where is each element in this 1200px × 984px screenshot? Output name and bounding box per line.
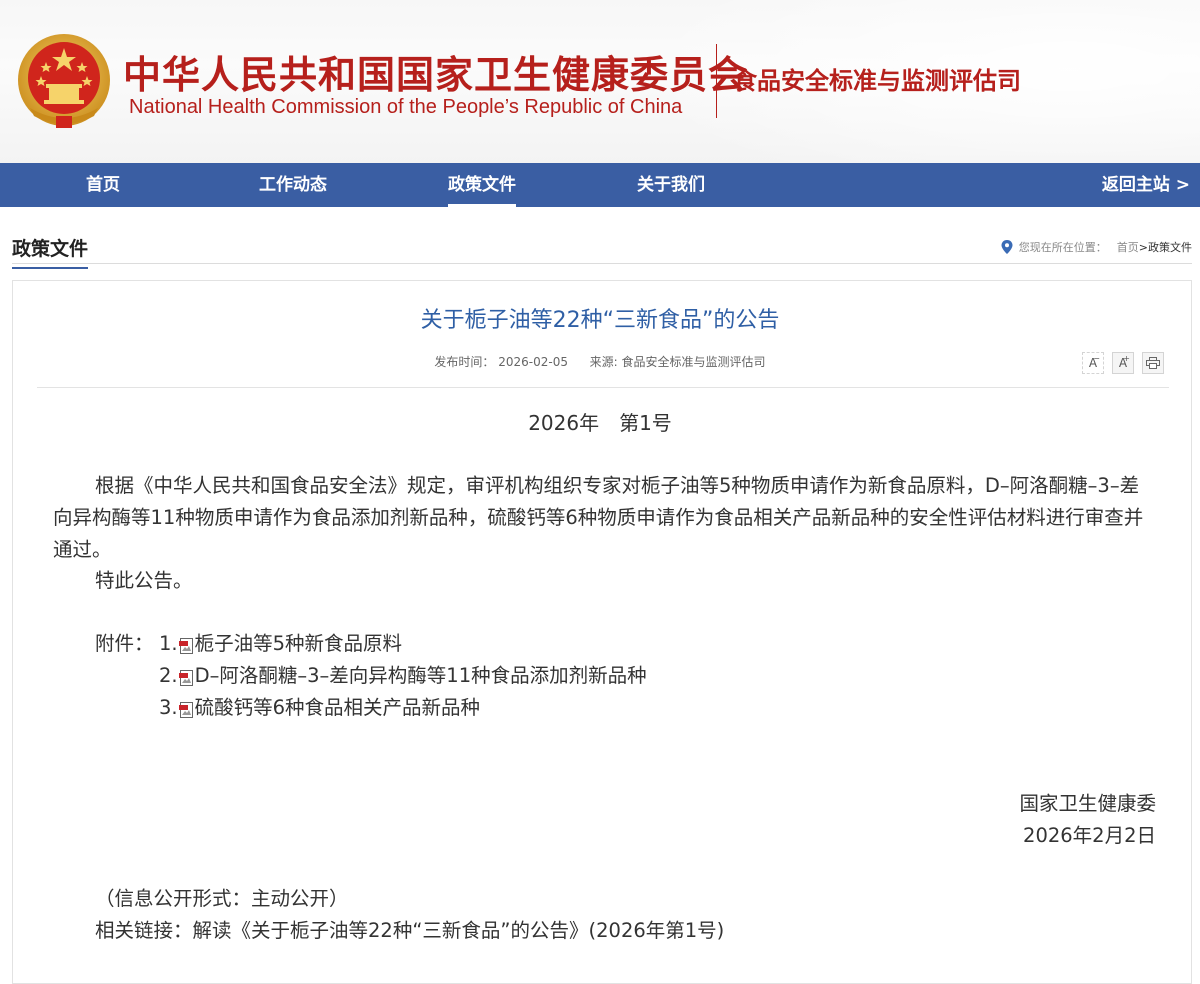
- article-notice: 特此公告。: [95, 569, 193, 592]
- site-title-cn[interactable]: 中华人民共和国国家卫生健康委员会: [123, 44, 747, 99]
- national-emblem-icon[interactable]: [16, 32, 112, 132]
- related-label: 相关链接：: [95, 919, 193, 942]
- document-number: 2026年 第1号: [528, 411, 672, 435]
- site-title-en[interactable]: National Health Commission of the People…: [129, 96, 682, 119]
- section-divider: [12, 263, 1192, 264]
- header-divider: [716, 44, 717, 118]
- site-header: 中华人民共和国国家卫生健康委员会 National Health Commiss…: [0, 0, 1200, 163]
- font-smaller-button[interactable]: A −: [1082, 352, 1104, 374]
- source-label: 来源:: [589, 355, 618, 369]
- pdf-file-icon: [178, 702, 193, 718]
- pdf-file-icon: [178, 638, 193, 654]
- attachment-link[interactable]: D–阿洛酮糖–3–差向异构酶等11种食品添加剂新品种: [195, 660, 647, 692]
- publish-label: 发布时间：: [434, 355, 495, 369]
- nav-item-home[interactable]: 首页: [86, 163, 120, 207]
- main-nav: 首页 工作动态 政策文件 关于我们 返回主站 >: [0, 163, 1200, 207]
- printer-icon: [1146, 357, 1160, 369]
- related-link[interactable]: 解读《关于栀子油等22种“三新食品”的公告》(2026年第1号): [193, 919, 725, 942]
- back-to-main-site-link[interactable]: 返回主站 >: [1102, 163, 1190, 207]
- attachments-label: 附件：: [95, 632, 154, 655]
- article-meta: 发布时间： 2026-02-05 来源: 食品安全标准与监测评估司: [0, 353, 1200, 370]
- attachment-item[interactable]: 1. 栀子油等5种新食品原料: [159, 628, 402, 660]
- nav-item-work-news[interactable]: 工作动态: [259, 163, 327, 207]
- publish-date: 2026-02-05: [498, 355, 569, 369]
- department-name[interactable]: 食品安全标准与监测评估司: [733, 61, 1021, 96]
- article-tools: A − A +: [1082, 352, 1164, 374]
- attachment-link[interactable]: 栀子油等5种新食品原料: [195, 628, 402, 660]
- article-title: 关于栀子油等22种“三新食品”的公告: [420, 308, 780, 333]
- attachment-item[interactable]: 2. D–阿洛酮糖–3–差向异构酶等11种食品添加剂新品种: [159, 660, 647, 692]
- signer: 国家卫生健康委: [1019, 792, 1156, 815]
- font-larger-button[interactable]: A +: [1112, 352, 1134, 374]
- pdf-file-icon: [178, 670, 193, 686]
- breadcrumb-home-link[interactable]: 首页: [1117, 239, 1139, 255]
- location-pin-icon: [1001, 240, 1013, 254]
- breadcrumb: 您现在所在位置： 首页 > 政策文件: [1001, 239, 1192, 255]
- attachment-number: 1.: [159, 632, 178, 655]
- location-label: 您现在所在位置：: [1018, 241, 1107, 254]
- print-button[interactable]: [1142, 352, 1164, 374]
- related-links: 相关链接：解读《关于栀子油等22种“三新食品”的公告》(2026年第1号): [95, 915, 724, 947]
- breadcrumb-separator: >: [1138, 240, 1148, 254]
- attachment-item[interactable]: 3. 硫酸钙等6种食品相关产品新品种: [159, 692, 480, 724]
- sign-date: 2026年2月2日: [1023, 824, 1156, 847]
- attachment-number: 2.: [159, 664, 178, 687]
- source-value: 食品安全标准与监测评估司: [621, 355, 766, 369]
- attachment-link[interactable]: 硫酸钙等6种食品相关产品新品种: [195, 692, 480, 724]
- nav-item-about-us[interactable]: 关于我们: [637, 163, 705, 207]
- breadcrumb-current[interactable]: 政策文件: [1148, 239, 1192, 255]
- article-body: 根据《中华人民共和国食品安全法》规定，审评机构组织专家对栀子油等5种物质申请作为…: [53, 474, 1144, 561]
- nav-item-policy-documents[interactable]: 政策文件: [448, 163, 516, 207]
- disclosure-note: （信息公开形式：主动公开）: [95, 887, 349, 910]
- attachment-number: 3.: [159, 696, 178, 719]
- meta-divider: [37, 387, 1169, 388]
